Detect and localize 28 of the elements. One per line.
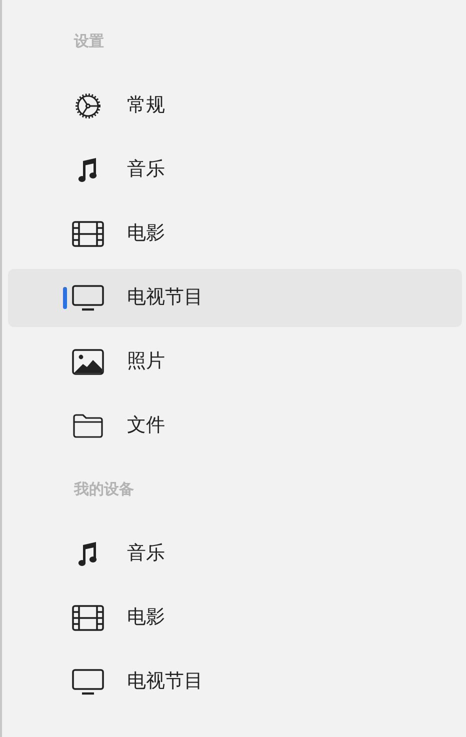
image-icon — [72, 349, 104, 375]
gear-icon — [73, 91, 103, 121]
tv-icon — [72, 285, 104, 311]
tv-icon — [72, 669, 104, 695]
item-label: 文件 — [127, 414, 165, 438]
item-label: 电影 — [127, 222, 165, 246]
section-heading: 设置 — [74, 32, 104, 52]
item-label: 电视节目 — [127, 286, 203, 310]
item-label: 音乐 — [127, 542, 165, 566]
film-strip-icon — [72, 605, 104, 631]
item-label: 常规 — [127, 94, 165, 118]
item-label: 音乐 — [127, 158, 165, 182]
section-heading: 我的设备 — [74, 480, 134, 500]
sidebar-item[interactable]: 照片 — [8, 333, 462, 391]
sidebar-item[interactable]: 电视节目 — [8, 653, 462, 711]
sidebar-item[interactable]: 常规 — [8, 77, 462, 135]
sidebar-item[interactable]: 文件 — [8, 397, 462, 455]
sidebar-item[interactable]: 电影 — [8, 589, 462, 647]
selection-indicator — [63, 287, 67, 309]
sidebar-item[interactable]: 音乐 — [8, 141, 462, 199]
folder-icon — [73, 414, 103, 438]
sidebar-item[interactable]: 电影 — [8, 205, 462, 263]
item-label: 电影 — [127, 606, 165, 630]
item-label: 电视节目 — [127, 670, 203, 694]
item-label: 照片 — [127, 350, 165, 374]
sidebar-item[interactable]: 音乐 — [8, 525, 462, 583]
sidebar-item[interactable]: 电视节目 — [8, 269, 462, 327]
film-strip-icon — [72, 221, 104, 247]
